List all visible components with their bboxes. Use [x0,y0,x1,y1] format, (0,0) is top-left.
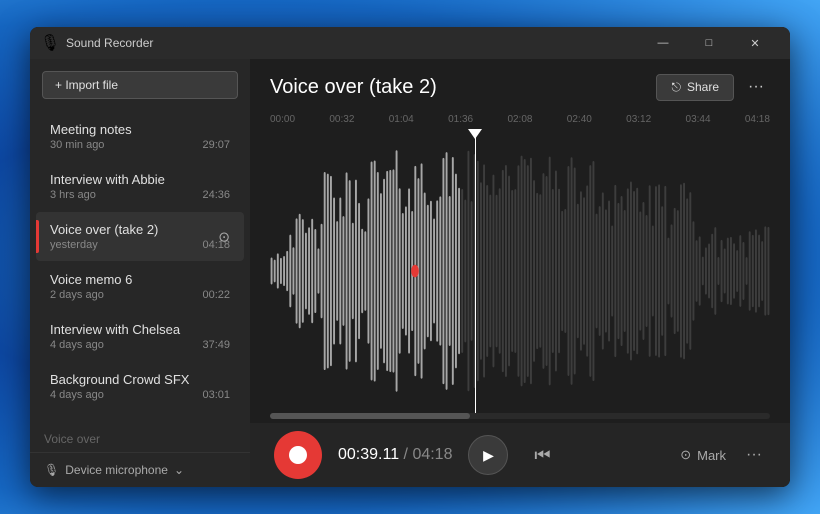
recording-name: Background Crowd SFX [50,372,230,387]
mark-label: Mark [697,448,726,463]
waveform-canvas[interactable] [250,129,790,413]
share-icon: ⎋ [671,80,681,95]
recording-time-ago: 3 hrs ago [50,189,96,201]
timeline-label: 03:12 [626,114,651,125]
recording-duration: 00:22 [202,289,230,301]
play-button[interactable]: ▶ [468,435,508,475]
app-icon: 🎙 [42,35,58,51]
scrollbar[interactable] [270,413,770,419]
timeline-label: 00:32 [329,114,354,125]
total-time: 04:18 [412,446,452,463]
active-item-options[interactable]: ⊙ [218,228,230,245]
app-window: 🎙 Sound Recorder — □ ✕ + Import file Mee… [30,27,790,487]
skip-icon: ⏮ [534,445,550,466]
close-button[interactable]: ✕ [732,27,778,59]
mark-icon: ⊙ [680,447,691,463]
sidebar: + Import file Meeting notes 30 min ago 2… [30,59,250,487]
mark-button[interactable]: ⊙ Mark [680,447,726,463]
scrollbar-thumb[interactable] [270,413,470,419]
recording-time-ago: 2 days ago [50,289,104,301]
recordings-list: Meeting notes 30 min ago 29:07 Interview… [30,111,250,422]
recording-meta: 30 min ago 29:07 [50,139,230,151]
recording-duration: 29:07 [202,139,230,151]
app-title: Sound Recorder [66,36,640,50]
recording-meta: 3 hrs ago 24:36 [50,189,230,201]
time-separator: / [399,446,412,463]
import-button[interactable]: + Import file [42,71,238,99]
list-item[interactable]: Interview with Chelsea 4 days ago 37:49 [36,312,244,361]
recording-time-ago: 30 min ago [50,139,104,151]
more-controls-button[interactable]: ··· [742,442,766,468]
timeline-label: 02:08 [507,114,532,125]
recording-name: Voice memo 6 [50,272,230,287]
microphone-icon: 🎙 [44,463,59,477]
recording-time-ago: 4 days ago [50,389,104,401]
maximize-button[interactable]: □ [686,27,732,59]
timeline-label: 01:36 [448,114,473,125]
timeline-label: 00:00 [270,114,295,125]
recording-duration: 03:01 [202,389,230,401]
device-selector[interactable]: 🎙 Device microphone ⌄ [30,452,250,487]
timeline-label: 01:04 [389,114,414,125]
recording-duration: 24:36 [202,189,230,201]
title-bar: 🎙 Sound Recorder — □ ✕ [30,27,790,59]
waveform-header: Voice over (take 2) ⎋ Share ··· [250,59,790,109]
recording-meta: 4 days ago 37:49 [50,339,230,351]
current-time: 00:39.11 [338,446,399,463]
share-button[interactable]: ⎋ Share [656,74,734,101]
play-icon: ▶ [483,447,494,464]
recording-name: Interview with Abbie [50,172,230,187]
recording-meta: yesterday 04:18 [50,239,230,251]
main-content: + Import file Meeting notes 30 min ago 2… [30,59,790,487]
recording-name: Interview with Chelsea [50,322,230,337]
recording-title: Voice over (take 2) [270,76,437,99]
record-button[interactable] [274,431,322,479]
recording-time-ago: yesterday [50,239,98,251]
group-label: Voice over [30,426,250,452]
time-display: 00:39.11 / 04:18 [338,446,452,464]
skip-to-start-button[interactable]: ⏮ [524,437,560,473]
chevron-down-icon: ⌄ [174,463,184,477]
waveform-svg [270,129,770,413]
window-controls: — □ ✕ [640,27,778,59]
timeline: 00:00 00:32 01:04 01:36 02:08 02:40 03:12 03:44… [250,109,790,129]
timeline-labels: 00:00 00:32 01:04 01:36 02:08 02:40 03:12 03:44… [270,114,770,125]
share-label: Share [687,80,719,94]
list-item[interactable]: Background Crowd SFX 4 days ago 03:01 [36,362,244,411]
recording-meta: 4 days ago 03:01 [50,389,230,401]
more-options-button[interactable]: ··· [742,73,770,101]
timeline-label: 04:18 [745,114,770,125]
list-item[interactable]: Voice over (take 2) yesterday 04:18 ⊙ [36,212,244,261]
timeline-label: 03:44 [686,114,711,125]
recording-name: Voice over (take 2) [50,222,230,237]
waveform-area: Voice over (take 2) ⎋ Share ··· 00:0000:… [250,59,790,487]
playhead-marker [468,129,482,139]
bottom-bar: 00:39.11 / 04:18 ▶ ⏮ ⊙ Mark ··· [250,423,790,487]
record-icon [289,446,307,464]
header-actions: ⎋ Share ··· [656,73,770,101]
recording-duration: 37:49 [202,339,230,351]
minimize-button[interactable]: — [640,27,686,59]
recording-name: Meeting notes [50,122,230,137]
timeline-label: 02:40 [567,114,592,125]
recording-time-ago: 4 days ago [50,339,104,351]
recording-meta: 2 days ago 00:22 [50,289,230,301]
device-label: Device microphone [65,463,168,477]
list-item[interactable]: Meeting notes 30 min ago 29:07 [36,112,244,161]
list-item[interactable]: Interview with Abbie 3 hrs ago 24:36 [36,162,244,211]
list-item[interactable]: Voice memo 6 2 days ago 00:22 [36,262,244,311]
